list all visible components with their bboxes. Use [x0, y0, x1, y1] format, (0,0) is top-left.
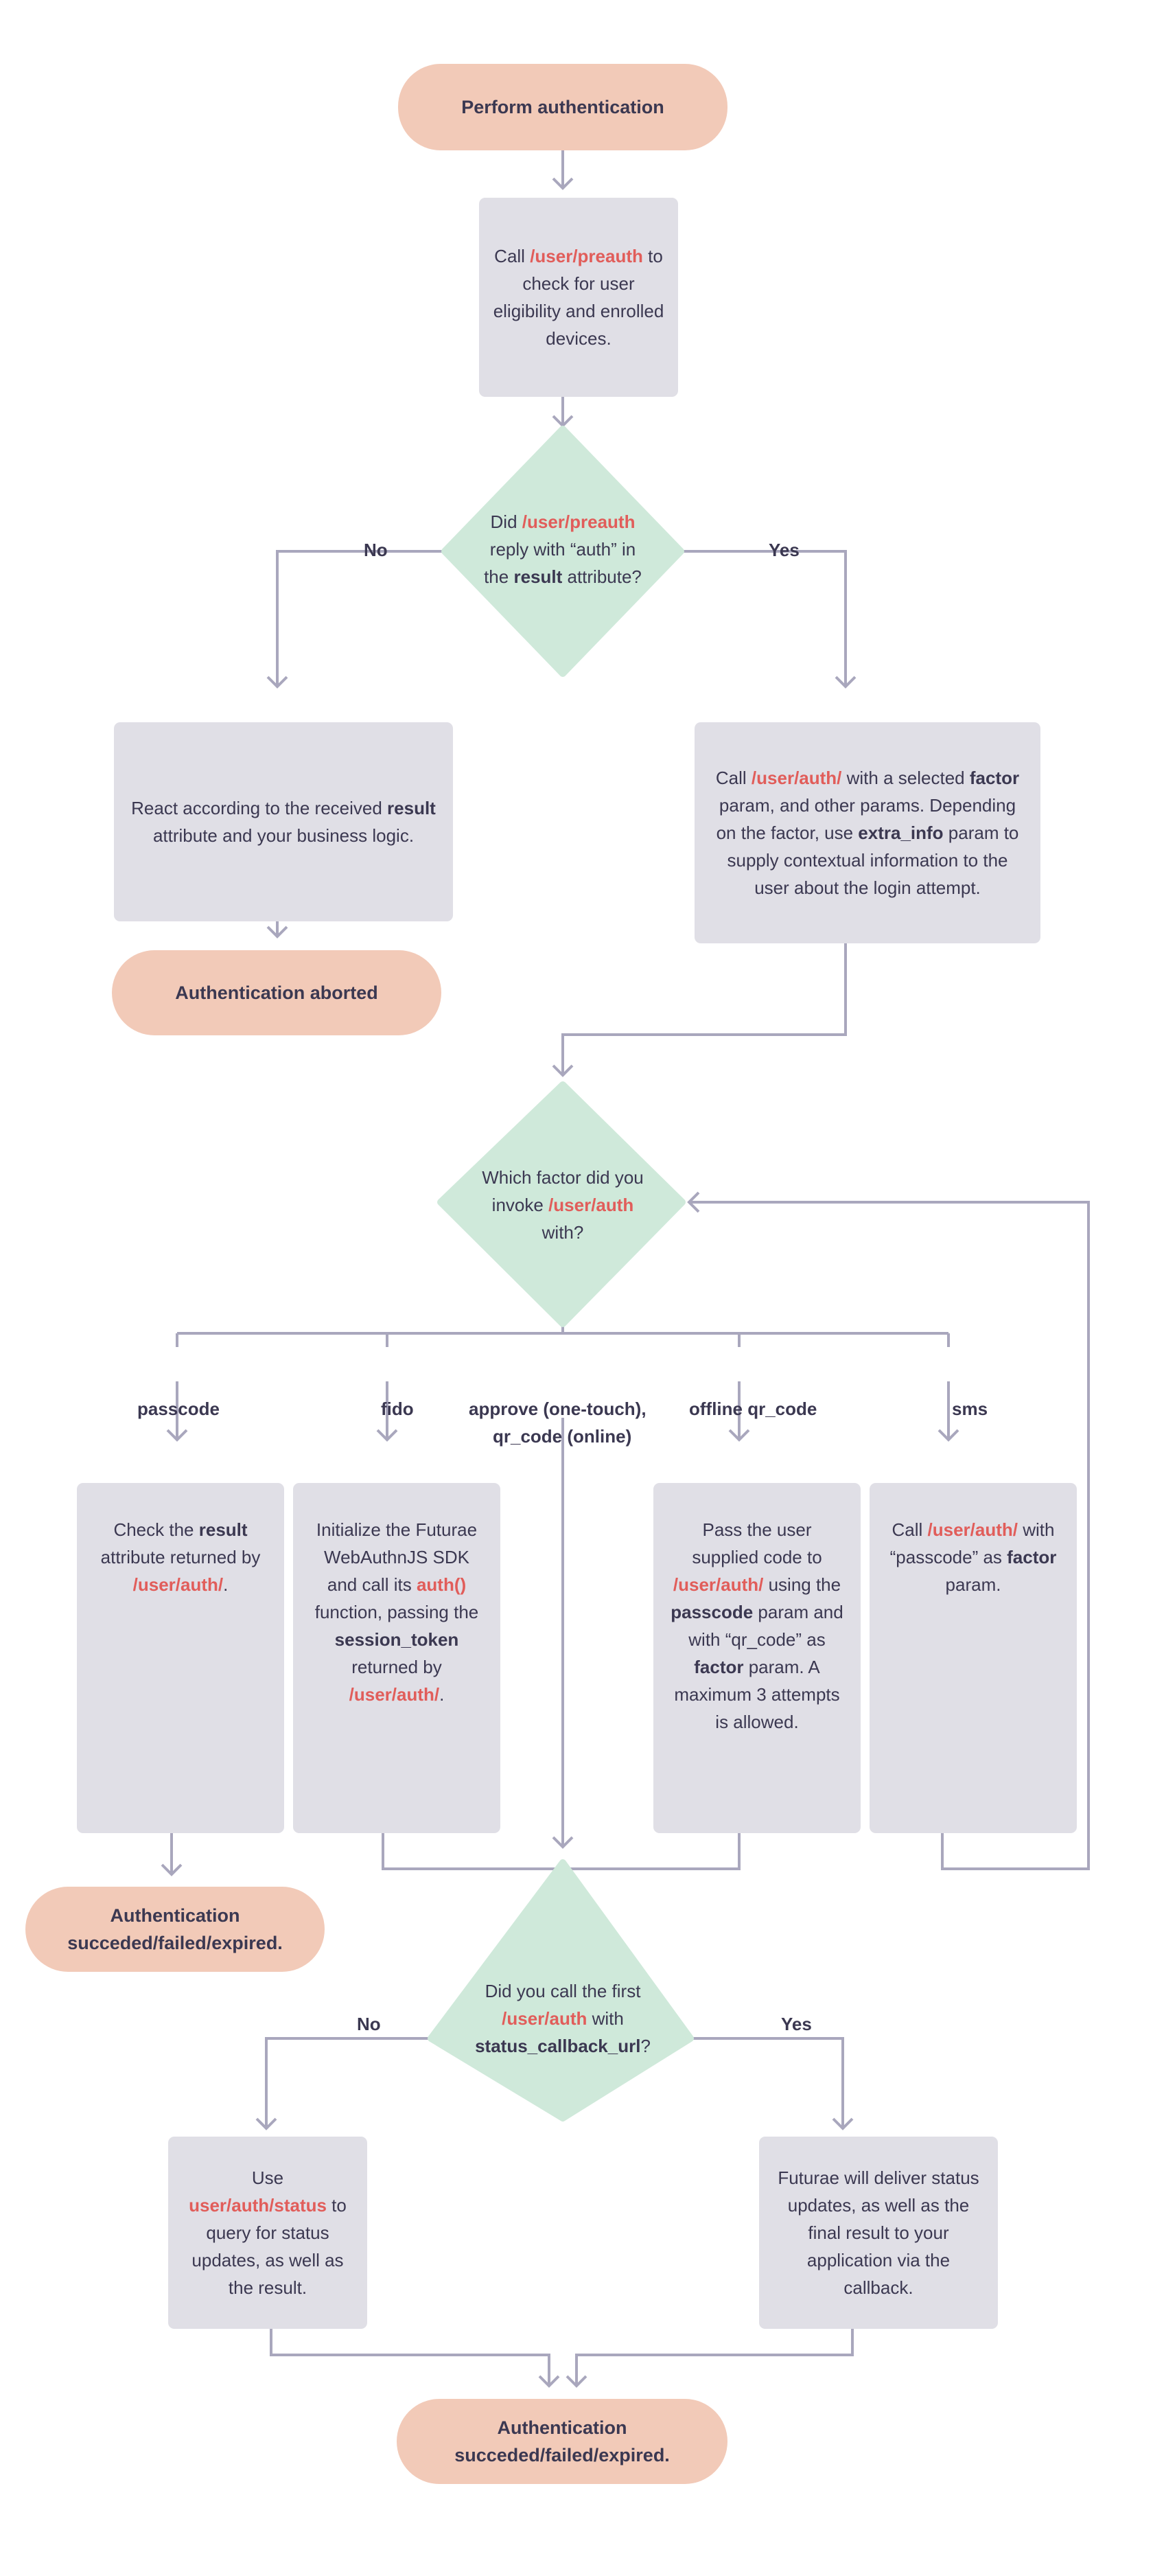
param-emphasis: result [198, 1519, 248, 1540]
decision-preauth-label: Did /user/preauth reply with “auth” in t… [480, 508, 645, 590]
text-segment: with a selected [841, 768, 970, 788]
callback-text: Futurae will deliver status updates, as … [773, 2164, 984, 2301]
offline-qr-text: Pass the user supplied code to /user/aut… [667, 1516, 847, 1736]
decision-callback-text: Did you call the first /user/auth with s… [467, 1950, 659, 2087]
edge-label-preauth-no: No [364, 540, 388, 560]
edge-label-preauth-yes: Yes [769, 540, 800, 560]
param-emphasis: factor [969, 768, 1020, 788]
edge-label-factor-approve-line2: qr_code (online) [493, 1426, 632, 1447]
param-emphasis: status_callback_url [475, 2036, 641, 2056]
endpoint-highlight: /user/auth/ [132, 1574, 224, 1595]
result-final-terminal: Authentication succeded/failed/expired. [397, 2399, 727, 2484]
preauth-box: Call /user/preauth to check for user eli… [479, 198, 678, 397]
text-segment: with? [541, 1222, 584, 1243]
status-text: Use user/auth/status to query for status… [182, 2164, 353, 2301]
decision-factor-label: Which factor did you invoke /user/auth w… [480, 1164, 645, 1246]
text-segment: React according to the received [131, 798, 388, 818]
passcode-box: Check the result attribute returned by /… [77, 1483, 284, 1833]
param-emphasis: extra_info [858, 823, 944, 843]
flowchart: Perform authentication Authentication ab… [0, 0, 1153, 2576]
edge-label-callback-no: No [357, 2014, 381, 2034]
text-segment: Pass the user supplied code to [692, 1519, 822, 1567]
text-segment: using the [763, 1574, 841, 1595]
text-segment: returned by [351, 1657, 442, 1677]
passcode-text: Check the result attribute returned by /… [91, 1516, 270, 1598]
status-box: Use user/auth/status to query for status… [168, 2137, 367, 2329]
param-emphasis: session_token [334, 1629, 459, 1650]
react-box: React according to the received result a… [114, 722, 453, 921]
aborted-text: Authentication aborted [175, 982, 378, 1003]
result-final-text: Authentication succeded/failed/expired. [454, 2417, 670, 2465]
offline-qr-box: Pass the user supplied code to /user/aut… [653, 1483, 861, 1833]
text-segment: Call [494, 246, 531, 266]
call-auth-box: Call /user/auth/ with a selected factor … [695, 722, 1040, 943]
preauth-text: Call /user/preauth to check for user eli… [493, 242, 664, 352]
endpoint-highlight: /user/auth/ [751, 768, 842, 788]
react-text: React according to the received result a… [128, 794, 439, 849]
decision-factor-text: Which factor did you invoke /user/auth w… [480, 1153, 645, 1256]
endpoint-highlight: /user/preauth [530, 246, 643, 266]
text-segment: attribute returned by [100, 1547, 261, 1567]
start-terminal: Perform authentication [398, 64, 727, 150]
text-segment: attribute? [562, 566, 642, 587]
edge-label-factor-passcode: passcode [137, 1399, 220, 1419]
result-left-terminal: Authentication succeded/failed/expired. [25, 1887, 325, 1972]
endpoint-highlight: /user/preauth [522, 511, 636, 532]
aborted-terminal: Authentication aborted [112, 950, 441, 1035]
endpoint-highlight: auth() [416, 1574, 467, 1595]
param-emphasis: factor [1007, 1547, 1057, 1567]
sms-text: Call /user/auth/ with “passcode” as fact… [883, 1516, 1063, 1598]
decision-callback-label: Did you call the first /user/auth with s… [467, 1977, 659, 2060]
param-emphasis: passcode [671, 1602, 754, 1622]
text-segment: . [223, 1574, 229, 1595]
param-emphasis: factor [694, 1657, 744, 1677]
fido-box: Initialize the Futurae WebAuthnJS SDK an… [293, 1483, 500, 1833]
text-segment: param. [945, 1574, 1001, 1595]
result-left-text: Authentication succeded/failed/expired. [67, 1905, 283, 1953]
callback-box: Futurae will deliver status updates, as … [759, 2137, 998, 2329]
endpoint-highlight: /user/auth/ [927, 1519, 1018, 1540]
text-segment: . [439, 1684, 445, 1705]
edge-label-factor-sms: sms [952, 1399, 988, 1419]
text-segment: function, passing the [314, 1602, 479, 1622]
endpoint-highlight: /user/auth [548, 1195, 634, 1215]
text-segment: Check the [113, 1519, 199, 1540]
text-segment: attribute and your business logic. [152, 825, 415, 846]
param-emphasis: result [513, 566, 563, 587]
edge-label-callback-yes: Yes [781, 2014, 812, 2034]
sms-box: Call /user/auth/ with “passcode” as fact… [870, 1483, 1077, 1833]
text-segment: Did you call the first [485, 1981, 641, 2001]
text-segment: with [587, 2008, 624, 2029]
endpoint-highlight: /user/auth/ [673, 1574, 764, 1595]
fido-text: Initialize the Futurae WebAuthnJS SDK an… [307, 1516, 487, 1708]
param-emphasis: result [387, 798, 436, 818]
text-segment: Futurae will deliver status updates, as … [778, 2167, 979, 2298]
text-segment: Call [715, 768, 752, 788]
start-text: Perform authentication [461, 97, 664, 117]
edge-label-factor-fido: fido [381, 1399, 414, 1419]
call-auth-text: Call /user/auth/ with a selected factor … [708, 764, 1027, 901]
text-segment: Did [490, 511, 522, 532]
text-segment: Use [251, 2167, 284, 2188]
endpoint-highlight: user/auth/status [189, 2195, 327, 2216]
endpoint-highlight: /user/auth/ [349, 1684, 440, 1705]
edge-label-factor-approve-line1: approve (one-touch), [469, 1399, 647, 1419]
text-segment: Call [892, 1519, 928, 1540]
text-segment: ? [640, 2036, 651, 2056]
endpoint-highlight: /user/auth [502, 2008, 587, 2029]
decision-preauth-text: Did /user/preauth reply with “auth” in t… [480, 481, 645, 618]
edge-label-factor-offline: offline qr_code [689, 1399, 817, 1419]
